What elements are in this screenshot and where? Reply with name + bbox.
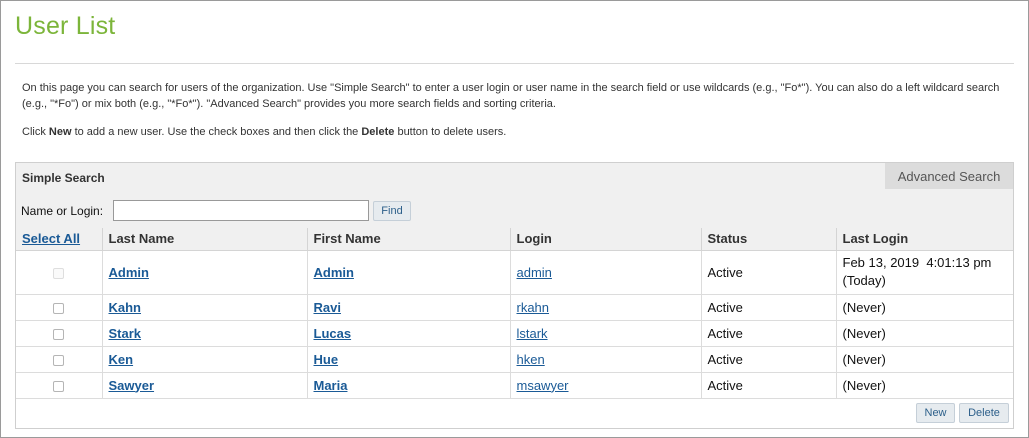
- last-name-header: Last Name: [102, 228, 308, 251]
- last-name-cell: Sawyer: [102, 372, 308, 399]
- first-name-link[interactable]: Admin: [314, 265, 354, 280]
- login-link[interactable]: hken: [517, 352, 545, 367]
- select-all-link[interactable]: Select All: [22, 231, 80, 246]
- row-checkbox[interactable]: [53, 354, 65, 366]
- row-checkbox[interactable]: [53, 380, 65, 392]
- row-checkbox-cell: [16, 372, 103, 399]
- table-header-row: Select All Last Name First Name Login St…: [16, 228, 1013, 251]
- select-all-header: Select All: [16, 228, 103, 251]
- user-table: Select All Last Name First Name Login St…: [16, 228, 1013, 399]
- login-cell: admin: [510, 250, 702, 295]
- first-name-cell: Admin: [307, 250, 511, 295]
- last-name-cell: Kahn: [102, 294, 308, 321]
- login-link[interactable]: admin: [517, 265, 552, 280]
- last-name-link[interactable]: Admin: [109, 265, 149, 280]
- row-checkbox: [53, 267, 65, 279]
- last-login-cell: (Never): [836, 320, 1013, 347]
- status-cell: Active: [701, 320, 837, 347]
- login-link[interactable]: msawyer: [517, 378, 569, 393]
- first-name-link[interactable]: Hue: [314, 352, 339, 367]
- status-header: Status: [701, 228, 837, 251]
- first-name-cell: Hue: [307, 346, 511, 373]
- search-label: Name or Login:: [21, 204, 104, 218]
- row-checkbox-cell: [16, 250, 103, 295]
- row-checkbox[interactable]: [53, 328, 65, 340]
- new-user-button[interactable]: New: [916, 403, 955, 423]
- table-row: Admin Admin admin Active Feb 13, 2019 4:…: [16, 250, 1013, 295]
- last-login-note: (Today): [842, 273, 886, 288]
- title-divider: [15, 63, 1014, 64]
- first-name-link[interactable]: Ravi: [314, 300, 341, 315]
- last-login-header: Last Login: [836, 228, 1013, 251]
- table-row: Kahn Ravi rkahn Active (Never): [16, 294, 1013, 321]
- last-login-cell: (Never): [836, 372, 1013, 399]
- first-name-link[interactable]: Lucas: [314, 326, 352, 341]
- search-input[interactable]: [113, 200, 369, 221]
- advanced-search-tab[interactable]: Advanced Search: [885, 163, 1013, 189]
- login-cell: rkahn: [510, 294, 702, 321]
- login-cell: lstark: [510, 320, 702, 347]
- login-header: Login: [510, 228, 702, 251]
- find-button[interactable]: Find: [373, 201, 411, 221]
- last-name-link[interactable]: Stark: [109, 326, 142, 341]
- status-cell: Active: [701, 346, 837, 373]
- last-name-cell: Stark: [102, 320, 308, 347]
- simple-search-title: Simple Search: [22, 171, 105, 185]
- intro-2-new: New: [48, 126, 72, 138]
- last-name-link[interactable]: Ken: [109, 352, 134, 367]
- intro-paragraph-2: Click New to add a new user. Use the che…: [22, 124, 1012, 140]
- intro-text: On this page you can search for users of…: [22, 80, 1012, 152]
- table-row: Stark Lucas lstark Active (Never): [16, 320, 1013, 347]
- user-search-panel: Simple Search Advanced Search Name or Lo…: [15, 162, 1014, 429]
- first-name-link[interactable]: Maria: [314, 378, 348, 393]
- login-cell: hken: [510, 346, 702, 373]
- last-login-value: Feb 13, 2019 4:01:13 pm: [842, 255, 992, 270]
- status-cell: Active: [701, 294, 837, 321]
- delete-button[interactable]: Delete: [959, 403, 1009, 423]
- table-row: Sawyer Maria msawyer Active (Never): [16, 372, 1013, 399]
- status-cell: Active: [701, 250, 837, 295]
- row-checkbox-cell: [16, 294, 103, 321]
- row-checkbox[interactable]: [53, 302, 65, 314]
- row-checkbox-cell: [16, 346, 103, 373]
- intro-2-middle: to add a new user. Use the check boxes a…: [71, 126, 362, 138]
- first-name-cell: Ravi: [307, 294, 511, 321]
- login-link[interactable]: rkahn: [517, 300, 550, 315]
- status-cell: Active: [701, 372, 837, 399]
- first-name-cell: Lucas: [307, 320, 511, 347]
- last-name-cell: Ken: [102, 346, 308, 373]
- intro-paragraph-1: On this page you can search for users of…: [22, 82, 1000, 110]
- last-login-cell: (Never): [836, 294, 1013, 321]
- first-name-header: First Name: [307, 228, 511, 251]
- last-login-cell: (Never): [836, 346, 1013, 373]
- intro-2-suffix: button to delete users.: [394, 126, 507, 138]
- page-title: User List: [15, 12, 116, 40]
- intro-2-delete: Delete: [361, 126, 395, 138]
- first-name-cell: Maria: [307, 372, 511, 399]
- last-name-link[interactable]: Sawyer: [109, 378, 155, 393]
- login-cell: msawyer: [510, 372, 702, 399]
- last-name-link[interactable]: Kahn: [109, 300, 142, 315]
- last-login-cell: Feb 13, 2019 4:01:13 pm (Today): [836, 250, 1013, 295]
- login-link[interactable]: lstark: [517, 326, 548, 341]
- intro-2-prefix: Click: [22, 126, 49, 138]
- table-row: Ken Hue hken Active (Never): [16, 346, 1013, 373]
- row-checkbox-cell: [16, 320, 103, 347]
- search-header: Simple Search Advanced Search Name or Lo…: [16, 163, 1013, 228]
- last-name-cell: Admin: [102, 250, 308, 295]
